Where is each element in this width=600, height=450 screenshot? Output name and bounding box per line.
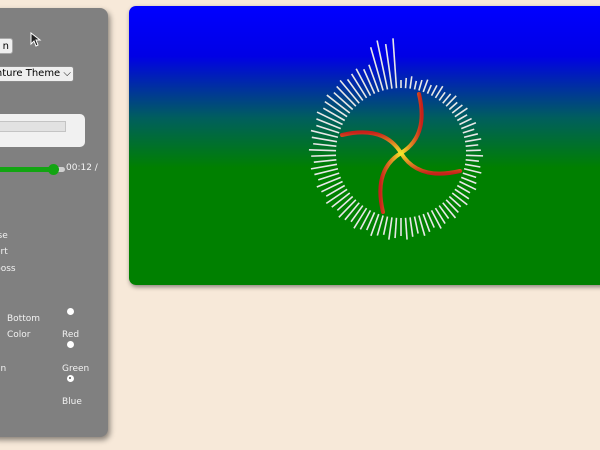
visualizer-bar [369,47,384,91]
visualizer-bar [362,68,376,94]
visualizer-bar [353,207,368,229]
visualizer-bar [464,138,482,143]
visualizer-bar [465,154,484,157]
effect-label-2: ert [0,247,8,257]
visualizer-bar [338,199,357,218]
visualizer-bar [316,111,343,126]
theme-select[interactable]: enture Theme ⌵ [0,66,74,82]
visualizer-bar [394,217,398,239]
visualizer-bar [310,163,338,170]
radio-red[interactable] [67,308,74,315]
bottom-label: Bottom [7,314,41,324]
visualizer-bar [456,114,468,122]
visualizer-bar [409,217,414,237]
effect-label-1: ise [0,231,8,241]
time-readout: 00:12 / [66,163,98,173]
visualizer-bar [460,121,477,130]
radial-bars [308,38,484,240]
spiral-arm [378,151,403,214]
visualizer-bar [404,77,408,89]
action-button[interactable]: n [0,38,13,54]
visualizer-bar [376,215,384,236]
radio-blue-label: Blue [62,397,82,407]
visualizer-bar [462,128,475,134]
visualizer-bar [418,215,426,236]
left-label-1: on [0,364,7,374]
visualizer-bar [460,176,477,185]
visualizer-bar [311,136,338,143]
visualizer-bar [426,84,432,94]
visualizer-bar [418,79,423,91]
visualizer-bar [413,216,419,234]
visualizer-bar [314,167,339,176]
visualizer-bar [451,192,468,206]
visualizer-bar [442,202,457,219]
visualizer-bar [325,184,346,197]
audio-visualizer [308,38,484,240]
visualizer-bar [445,199,459,213]
text-input[interactable] [0,121,66,132]
spiral-arms [340,92,462,214]
spiral-arm [340,130,403,155]
visualizer-bar [392,38,398,89]
radio-green-label: Green [62,364,90,374]
visualizer-bar [459,117,472,126]
visualizer-bar [413,80,418,90]
spiral-arm [399,92,424,155]
visualizer-bar [465,144,479,148]
visualizer-bar [308,148,337,152]
radio-blue[interactable] [67,375,74,382]
left-label-2: n [0,397,1,407]
visualizer-bar [388,217,393,240]
visualizer-bar [311,154,337,157]
visualizer-canvas[interactable] [129,6,600,285]
theme-select-value: enture Theme [0,68,61,79]
visualizer-bar [344,202,360,221]
progress-fill [0,167,52,172]
visualizer-bar [438,91,446,101]
visualizer-bar [331,192,351,208]
visualizer-bar [422,79,429,93]
radio-green[interactable] [67,341,74,348]
visualizer-bar [382,216,389,236]
controls-panel: n enture Theme ⌵ 00:12 / ise ert boss Bo… [0,8,108,437]
visualizer-bar [448,101,458,111]
visualizer-bar [313,158,337,163]
effect-label-3: boss [0,264,16,274]
progress-handle[interactable] [48,164,59,175]
chevron-down-icon: ⌵ [63,68,71,79]
radio-red-label: Red [62,330,80,340]
visualizer-bar [464,163,481,168]
visualizer-bar [350,205,364,223]
visualizer-bar [463,167,482,174]
visualizer-bar [404,217,408,240]
visualizer-bar [313,142,337,148]
spiral-arm [399,151,462,176]
text-input-container [0,114,85,147]
visualizer-bar [430,85,438,96]
visualizer-bar [322,107,346,122]
visualizer-bar [463,133,479,139]
visualizer-bar [462,172,477,179]
mouse-cursor-icon [30,32,42,47]
visualizer-bar [465,149,481,152]
visualizer-bar [325,188,348,205]
visualizer-bar [465,158,479,162]
visualizer-bar [409,76,413,89]
color-label: Color [7,330,31,340]
visualizer-bar [336,195,354,211]
